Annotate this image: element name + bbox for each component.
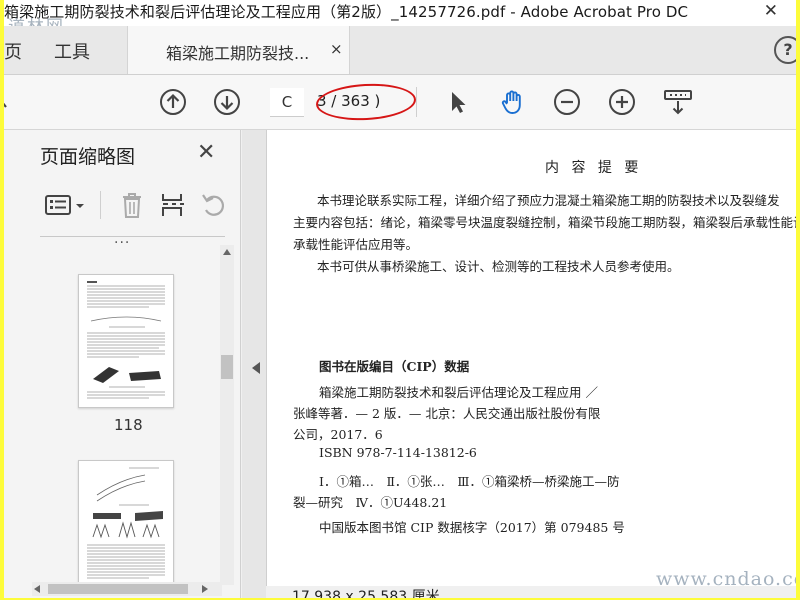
page-number-input[interactable]: C (270, 88, 304, 117)
search-icon[interactable] (4, 91, 12, 113)
next-page-icon[interactable] (213, 88, 241, 116)
tab-close-button[interactable]: × (330, 40, 343, 58)
more-pages-indicator: ··· (114, 235, 131, 251)
text-line: 本书可供从事桥梁施工、设计、检测等的工程技术人员参考使用。 (317, 259, 680, 274)
select-arrow-icon[interactable] (444, 88, 472, 116)
thumbnail-vertical-scrollbar[interactable] (220, 245, 234, 585)
tab-home[interactable]: 页 (4, 38, 22, 64)
horizontal-scroll-thumb[interactable] (48, 584, 188, 594)
window-close-button[interactable]: ✕ (764, 1, 778, 21)
tab-document-label: 箱梁施工期防裂技... (166, 44, 310, 63)
panel-toolbar (40, 185, 225, 225)
scroll-mode-icon[interactable] (664, 88, 692, 116)
scroll-up-arrow-icon[interactable] (223, 249, 231, 255)
text-line: Ⅰ．①箱… Ⅱ．①张… Ⅲ．①箱梁桥—桥梁施工—防 (319, 474, 620, 489)
panel-title: 页面缩略图 (40, 146, 136, 168)
toolbar-separator (416, 87, 417, 117)
zoom-in-icon[interactable] (608, 88, 636, 116)
acrobat-window: 箱梁施工期防裂技术和裂后评估理论及工程应用（第2版）_14257726.pdf … (4, 0, 796, 598)
page-size-readout: 17.938 x 25.583 厘米 (292, 589, 440, 598)
title-bar: 箱梁施工期防裂技术和裂后评估理论及工程应用（第2版）_14257726.pdf … (4, 0, 796, 37)
scroll-right-arrow-icon[interactable] (202, 585, 208, 593)
prev-page-icon[interactable] (159, 88, 187, 116)
help-button[interactable]: ? (774, 36, 796, 64)
thumbnail-options-icon[interactable] (44, 193, 88, 219)
thumbnail-horizontal-scrollbar[interactable] (32, 582, 222, 596)
page-heading: 内 容 提 要 (545, 160, 643, 176)
text-line: 承载性能评估应用等。 (293, 237, 419, 252)
thumbnail-preview-image (87, 281, 165, 399)
page-thumbnail[interactable] (78, 274, 174, 408)
watermark: www.cndao.com (656, 568, 796, 590)
hand-tool-icon[interactable] (498, 88, 526, 116)
document-area: 内 容 提 要 本书理论联系实际工程，详细介绍了预应力混凝土箱梁施工期的防裂技术… (242, 130, 796, 598)
page-thumbnails-panel: 页面缩略图 ✕ ··· 118 (4, 130, 241, 598)
text-line: 箱梁施工期防裂技术和裂后评估理论及工程应用 ／ (319, 385, 598, 400)
thumbnail-preview-image (87, 467, 165, 579)
panel-close-button[interactable]: ✕ (197, 140, 215, 165)
delete-page-icon[interactable] (120, 191, 144, 219)
panel-tool-separator (100, 191, 101, 219)
zoom-out-icon[interactable] (553, 88, 581, 116)
tab-document[interactable]: 箱梁施工期防裂技... × (127, 26, 350, 74)
isbn-line: ISBN 978-7-114-13812-6 (319, 445, 477, 460)
window-title: 箱梁施工期防裂技术和裂后评估理论及工程应用（第2版）_14257726.pdf … (4, 3, 689, 21)
text-line: 公司，2017．6 (293, 427, 383, 442)
red-annotation-ellipse (315, 81, 417, 123)
text-line: 裂—研究 Ⅳ．①U448.21 (293, 495, 448, 510)
text-line: 主要内容包括：绪论，箱梁零号块温度裂缝控制，箱梁节段施工期防裂，箱梁裂后承载性能… (293, 215, 796, 230)
cip-title: 图书在版编目（CIP）数据 (319, 359, 470, 374)
cip-number-line: 中国版本图书馆 CIP 数据核字（2017）第 079485 号 (319, 520, 625, 535)
scroll-left-arrow-icon[interactable] (34, 585, 40, 593)
text-line: 本书理论联系实际工程，详细介绍了预应力混凝土箱梁施工期的防裂技术以及裂缝发 (317, 193, 780, 208)
panel-divider (40, 236, 225, 237)
thumbnail-page-number: 118 (114, 416, 143, 434)
vertical-scroll-thumb[interactable] (221, 355, 233, 379)
tab-tools[interactable]: 工具 (54, 38, 90, 64)
text-line: 张峰等著．— 2 版．— 北京：人民交通出版社股份有限 (293, 406, 601, 421)
tab-bar: 页 工具 箱梁施工期防裂技... × ? (4, 26, 796, 75)
collapse-panel-arrow-icon[interactable] (252, 362, 260, 374)
rotate-page-icon[interactable] (200, 191, 228, 219)
page-thumbnail[interactable] (78, 460, 174, 584)
pdf-page: 内 容 提 要 本书理论联系实际工程，详细介绍了预应力混凝土箱梁施工期的防裂技术… (266, 130, 796, 598)
main-toolbar: C 3 / 363 ) (4, 75, 796, 130)
insert-page-icon[interactable] (160, 191, 186, 219)
